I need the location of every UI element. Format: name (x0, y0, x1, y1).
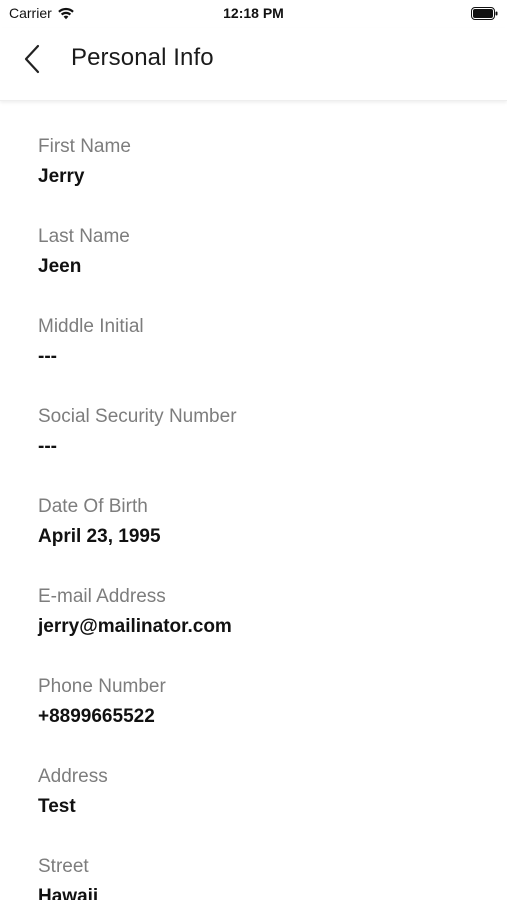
chevron-left-icon (24, 44, 40, 74)
field-label: Middle Initial (38, 316, 144, 337)
field-street: Street Hawaii (38, 855, 487, 900)
field-label: Phone Number (38, 676, 166, 697)
field-email-address: E-mail Address jerry@mailinator.com (38, 585, 487, 665)
personal-info-screen: Carrier 12:18 PM Personal Info First Nam… (0, 0, 507, 900)
field-value: +8899665522 (38, 706, 155, 727)
field-middle-initial: Middle Initial --- (38, 315, 487, 395)
field-label: Street (38, 856, 89, 877)
field-value: Hawaii (38, 886, 99, 900)
status-time: 12:18 PM (223, 5, 284, 21)
field-phone-number: Phone Number +8899665522 (38, 675, 487, 755)
field-social-security-number: Social Security Number --- (38, 405, 487, 485)
field-last-name: Last Name Jeen (38, 225, 487, 305)
field-label: E-mail Address (38, 586, 166, 607)
field-value: jerry@mailinator.com (38, 616, 232, 637)
field-value: --- (38, 436, 57, 457)
back-button[interactable] (14, 41, 50, 77)
field-value: Test (38, 796, 76, 817)
field-date-of-birth: Date Of Birth April 23, 1995 (38, 495, 487, 575)
field-value: --- (38, 346, 57, 367)
personal-info-list: First Name Jerry Last Name Jeen Middle I… (0, 101, 507, 900)
field-label: First Name (38, 136, 131, 157)
field-label: Last Name (38, 226, 130, 247)
field-label: Date Of Birth (38, 496, 148, 517)
field-first-name: First Name Jerry (38, 135, 487, 215)
field-value: April 23, 1995 (38, 526, 161, 547)
page-title: Personal Info (71, 44, 214, 71)
field-address: Address Test (38, 765, 487, 845)
battery-icon (471, 7, 498, 20)
field-label: Address (38, 766, 108, 787)
status-bar: Carrier 12:18 PM (0, 0, 507, 28)
field-label: Social Security Number (38, 406, 237, 427)
navigation-header: Personal Info (0, 28, 507, 101)
field-value: Jeen (38, 256, 82, 277)
field-value: Jerry (38, 166, 85, 187)
